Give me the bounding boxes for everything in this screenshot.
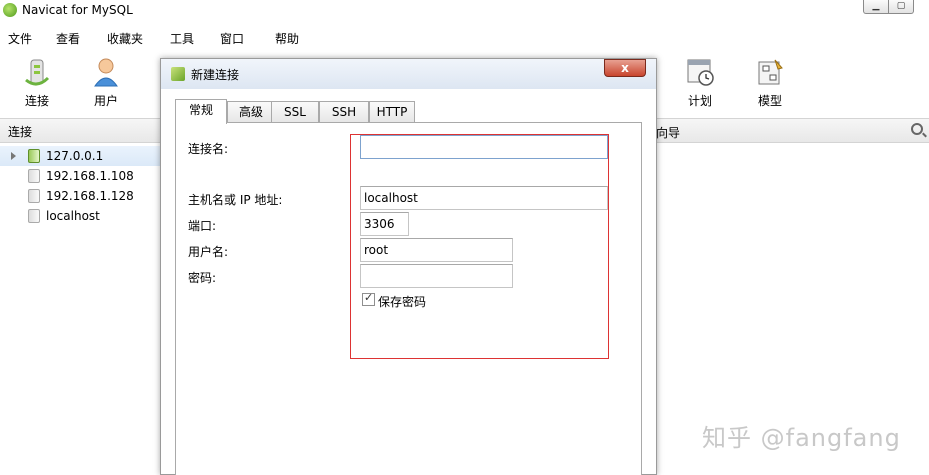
connection-icon [28,169,40,183]
new-connection-icon [171,67,185,81]
title-bar: Navicat for MySQL ▁ ▢ [0,0,929,22]
wizard-label: 向导 [656,126,681,140]
model-button[interactable]: 模型 [742,56,798,109]
connection-item[interactable]: localhost [0,206,162,226]
connection-item[interactable]: 192.168.1.108 [0,166,162,186]
minimize-button[interactable]: ▁ [863,0,889,14]
close-button[interactable]: x [604,59,646,77]
password-label: 密码: [188,271,217,285]
connection-name-label: 连接名: [188,142,229,156]
connection-item[interactable]: 192.168.1.128 [0,186,162,206]
search-icon[interactable] [911,123,923,135]
menu-file[interactable]: 文件 [8,30,32,47]
new-connection-dialog: 新建连接 x 常规 高级 SSL SSH HTTP 连接名: 主机名或 IP 地… [160,58,657,475]
model-diagram-icon [755,56,785,88]
menu-help[interactable]: 帮助 [275,30,299,47]
tab-ssh[interactable]: SSH [319,101,369,123]
connect-button[interactable]: 连接 [9,56,65,109]
port-input[interactable] [360,212,409,236]
save-password-label: 保存密码 [378,295,427,309]
port-label: 端口: [188,219,217,233]
password-input[interactable] [360,264,513,288]
schedule-button[interactable]: 计划 [672,56,728,109]
calendar-clock-icon [685,56,715,88]
user-button[interactable]: 用户 [78,56,134,109]
connection-tree: 127.0.0.1 192.168.1.108 192.168.1.128 lo… [0,146,162,226]
tab-general[interactable]: 常规 [175,99,227,124]
menu-view[interactable]: 查看 [56,30,80,47]
connections-panel-header: 连接 [0,118,162,143]
host-label: 主机名或 IP 地址: [188,193,283,207]
general-tab-panel: 连接名: 主机名或 IP 地址: 端口: 用户名: 密码: 保存密码 [175,122,642,475]
host-input[interactable] [360,186,608,210]
object-panel-header: 向导 [650,118,929,143]
dialog-title: 新建连接 [191,68,240,82]
navicat-logo-icon [3,3,17,17]
window-title: Navicat for MySQL [22,3,133,17]
username-input[interactable] [360,238,513,262]
connection-icon [28,189,40,203]
menu-favorites[interactable]: 收藏夹 [107,30,143,47]
tab-advanced[interactable]: 高级 [227,101,275,123]
connection-item[interactable]: 127.0.0.1 [0,146,162,166]
maximize-button[interactable]: ▢ [888,0,914,14]
user-icon [91,56,121,88]
tab-ssl[interactable]: SSL [271,101,319,123]
connection-plug-icon [22,56,52,88]
menu-window[interactable]: 窗口 [220,30,244,47]
username-label: 用户名: [188,245,229,259]
connection-icon [28,149,40,163]
save-password-checkbox[interactable] [362,291,375,306]
watermark: 知乎 @fangfang [702,424,901,452]
menu-bar: 文件 查看 收藏夹 工具 窗口 帮助 [0,27,929,49]
expand-arrow-icon[interactable] [11,152,16,160]
connection-name-input[interactable] [360,135,608,159]
menu-tools[interactable]: 工具 [170,30,194,47]
tab-http[interactable]: HTTP [369,101,415,123]
dialog-title-bar: 新建连接 x [161,59,656,89]
connection-icon [28,209,40,223]
